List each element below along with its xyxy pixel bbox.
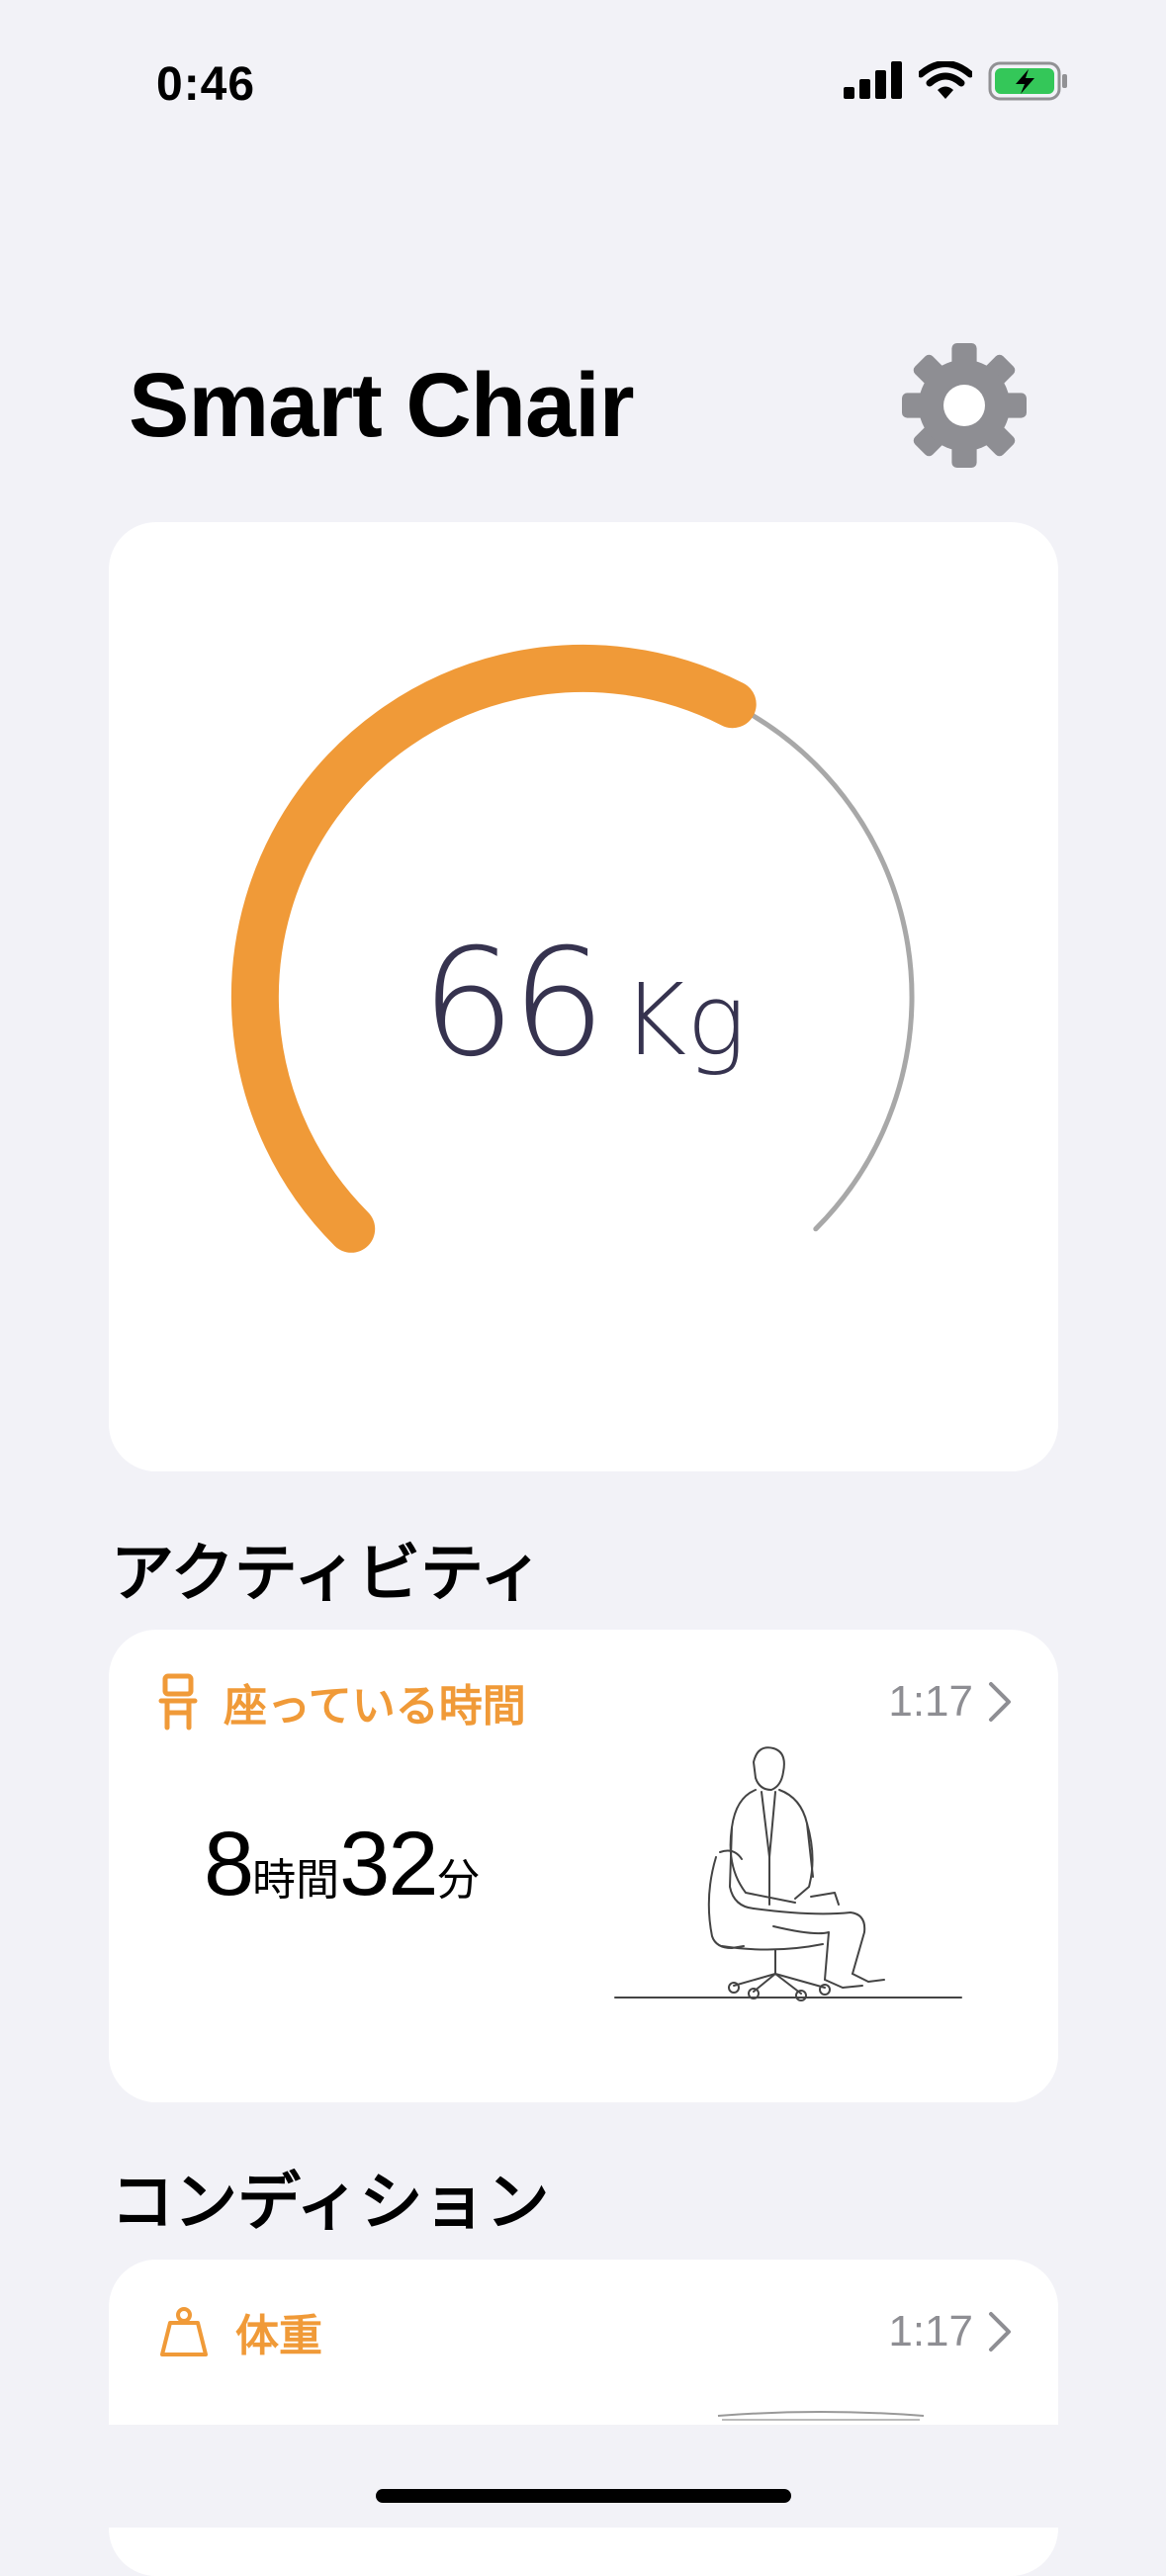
weight-unit: Kg xyxy=(621,962,747,1078)
status-bar: 0:46 xyxy=(0,0,1166,148)
chevron-right-icon xyxy=(989,2312,1011,2352)
weight-value: 66 xyxy=(420,918,606,1090)
duration-minutes: 32 xyxy=(339,1814,438,1914)
activity-section-title: アクティビティ xyxy=(111,1538,544,1609)
chair-icon xyxy=(158,1673,198,1731)
seated-person-illustration xyxy=(614,1746,962,2001)
sitting-duration: 8時間32分 xyxy=(204,1813,481,1916)
battery-charging-icon xyxy=(988,61,1067,101)
sitting-time-header: 座っている時間 1:17 xyxy=(158,1667,1013,1736)
cellular-signal-icon xyxy=(844,61,902,99)
duration-hours-unit: 時間 xyxy=(252,1856,340,1905)
condition-section-title: コンディション xyxy=(111,2167,550,2238)
weight-gauge-card[interactable]: 66 Kg xyxy=(109,522,1058,1471)
weight-card-title: 体重 xyxy=(235,2312,322,2360)
bottom-safe-area xyxy=(0,2425,1166,2528)
status-time: 0:46 xyxy=(156,58,256,111)
page-title: Smart Chair xyxy=(129,355,634,456)
sitting-time-card[interactable]: 座っている時間 1:17 8時間32分 xyxy=(109,1630,1058,2102)
scale-weight-icon xyxy=(160,2307,208,2356)
duration-minutes-unit: 分 xyxy=(436,1856,481,1905)
chevron-right-icon xyxy=(989,1682,1011,1722)
weight-readout: 66 Kg xyxy=(109,918,1058,1090)
settings-button[interactable] xyxy=(900,341,1029,470)
sitting-time-timestamp: 1:17 xyxy=(888,1677,973,1726)
home-indicator[interactable] xyxy=(376,2489,791,2503)
sitting-time-title: 座っている時間 xyxy=(224,1682,526,1731)
gear-icon xyxy=(902,343,1027,468)
wifi-icon xyxy=(919,61,972,99)
sitting-time-updated: 1:17 xyxy=(888,1677,1013,1727)
weight-card[interactable]: 体重 1:17 xyxy=(109,2260,1058,2576)
status-icons xyxy=(844,61,1069,101)
weight-card-timestamp: 1:17 xyxy=(888,2307,973,2355)
weight-card-updated: 1:17 xyxy=(888,2307,1013,2356)
duration-hours: 8 xyxy=(204,1814,254,1914)
weight-card-header: 体重 1:17 xyxy=(158,2297,1013,2366)
